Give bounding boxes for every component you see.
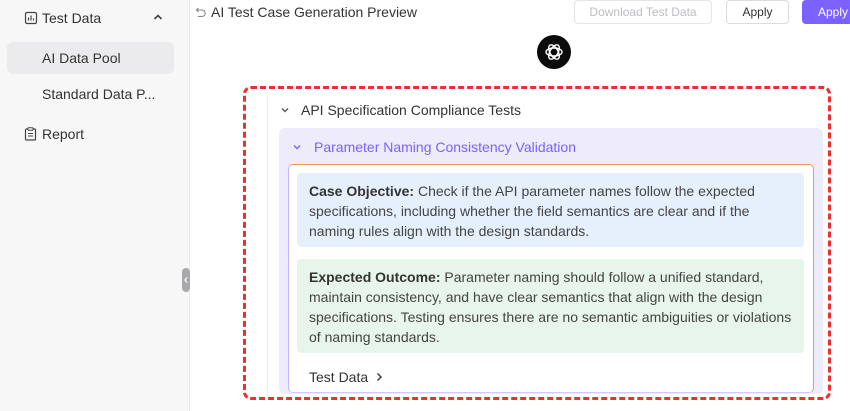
sidebar-group-label: Test Data <box>42 10 102 26</box>
sidebar-item-ai-data-pool[interactable]: AI Data Pool <box>7 42 174 74</box>
sidebar-item-label: AI Data Pool <box>42 50 121 66</box>
report-icon <box>24 127 37 141</box>
download-test-data-button[interactable]: Download Test Data <box>574 0 712 24</box>
apply-button[interactable]: Apply <box>726 0 789 24</box>
back-icon[interactable] <box>195 6 207 18</box>
subsection-title: Parameter Naming Consistency Validation <box>314 139 576 155</box>
test-data-link-label: Test Data <box>309 369 369 385</box>
test-data-link[interactable]: Test Data <box>309 367 384 387</box>
case-objective-label: Case Objective: <box>309 183 415 199</box>
subsection-header[interactable]: Parameter Naming Consistency Validation <box>292 137 576 157</box>
sidebar: Test Data AI Data Pool Standard Data P..… <box>0 0 190 411</box>
chevron-down-icon <box>280 105 290 115</box>
chevron-right-icon <box>374 372 384 382</box>
test-data-icon <box>24 11 38 25</box>
sidebar-item-label: Standard Data P... <box>42 86 156 102</box>
expected-outcome-label: Expected Outcome: <box>309 269 441 285</box>
chevron-up-icon[interactable] <box>152 10 164 22</box>
ai-logo-icon <box>537 35 571 69</box>
sidebar-item-standard-data-pool[interactable]: Standard Data P... <box>7 78 174 110</box>
expected-outcome-box: Expected Outcome: Parameter naming shoul… <box>297 259 804 353</box>
chevron-left-icon <box>184 277 188 283</box>
page-title-text: AI Test Case Generation Preview <box>211 4 417 20</box>
sidebar-group-test-data[interactable]: Test Data <box>24 8 164 28</box>
section-header[interactable]: API Specification Compliance Tests <box>280 100 521 120</box>
sidebar-collapse-handle[interactable] <box>182 268 190 292</box>
apply-primary-button[interactable]: Apply <box>802 0 850 24</box>
case-objective-box: Case Objective: Check if the API paramet… <box>297 173 804 247</box>
page-title: AI Test Case Generation Preview <box>195 2 417 22</box>
sidebar-item-report[interactable]: Report <box>24 124 84 144</box>
sidebar-report-label: Report <box>42 126 85 142</box>
chevron-down-icon <box>292 142 302 152</box>
tree-indent-line <box>267 96 268 396</box>
section-title: API Specification Compliance Tests <box>301 102 521 118</box>
